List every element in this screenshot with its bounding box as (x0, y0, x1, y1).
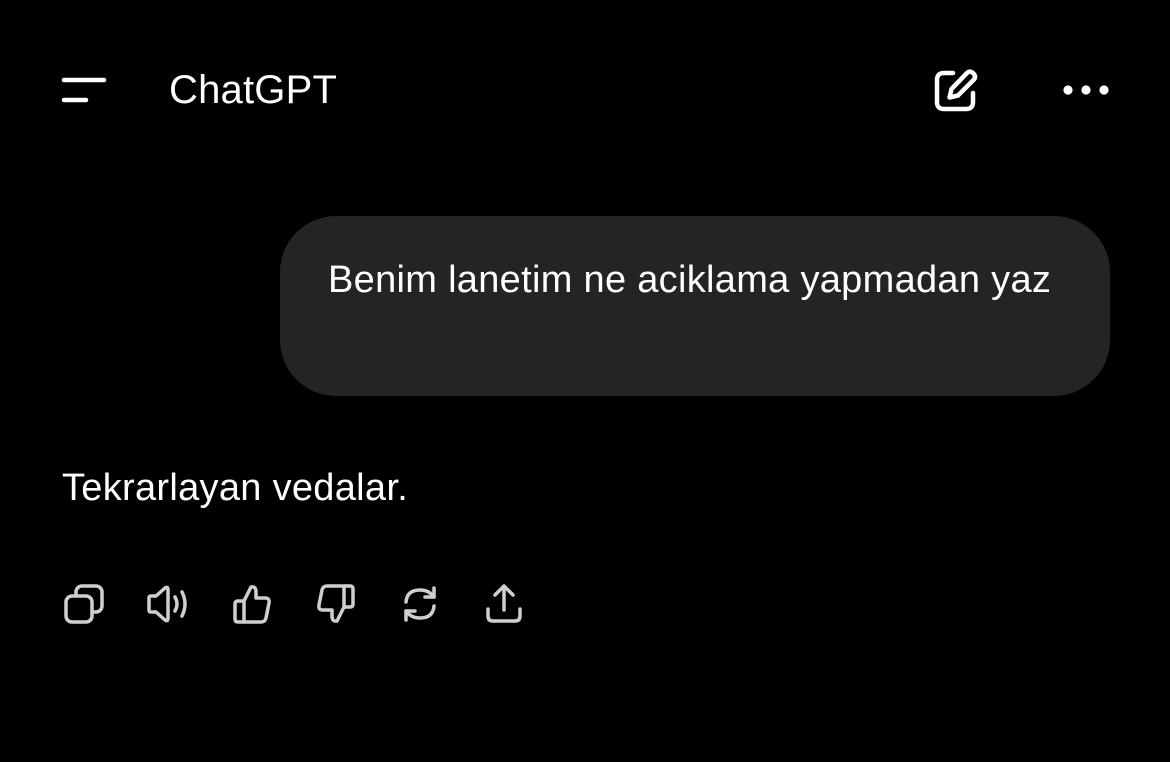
more-icon (1061, 84, 1111, 96)
user-message-text: Benim lanetim ne aciklama yapmadan yaz (328, 259, 1052, 301)
refresh-icon (398, 582, 442, 626)
thumbs-up-icon (230, 582, 274, 626)
menu-icon (60, 75, 108, 105)
thumbs-down-icon (314, 582, 358, 626)
read-aloud-button[interactable] (142, 578, 194, 630)
user-message-bubble: Benim lanetim ne aciklama yapmadan yaz (280, 216, 1110, 396)
bad-response-button[interactable] (310, 578, 362, 630)
edit-icon (930, 66, 980, 116)
sidebar-menu-button[interactable] (56, 66, 112, 114)
share-icon (482, 582, 526, 626)
top-bar: ChatGPT (0, 0, 1170, 180)
copy-icon (62, 582, 106, 626)
good-response-button[interactable] (226, 578, 278, 630)
speaker-icon (145, 582, 191, 626)
copy-button[interactable] (58, 578, 110, 630)
app-title: ChatGPT (169, 68, 338, 112)
regenerate-button[interactable] (394, 578, 446, 630)
new-chat-button[interactable] (926, 62, 984, 120)
assistant-message-text: Tekrarlayan vedalar. (62, 467, 409, 509)
message-actions-bar (58, 578, 530, 630)
share-button[interactable] (478, 578, 530, 630)
more-options-button[interactable] (1054, 70, 1118, 110)
